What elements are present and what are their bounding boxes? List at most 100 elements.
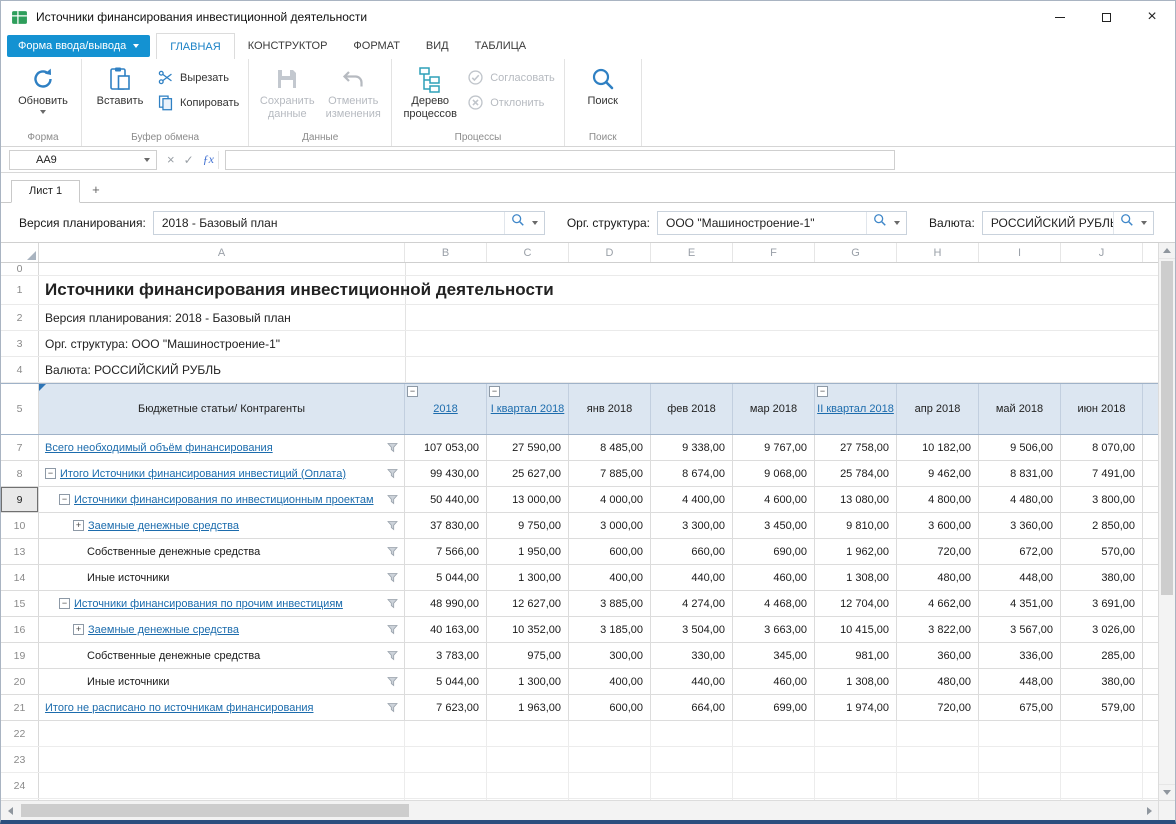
value-cell[interactable]: 9 462,00 xyxy=(897,461,979,486)
value-cell[interactable]: 1 963,00 xyxy=(487,695,569,720)
value-cell[interactable]: 4 351,00 xyxy=(979,591,1061,616)
value-cell[interactable]: 48 990,00 xyxy=(405,591,487,616)
row-header-10[interactable]: 10 xyxy=(1,513,39,538)
row-header-8[interactable]: 8 xyxy=(1,461,39,486)
value-cell[interactable]: 107 053,00 xyxy=(405,435,487,460)
filter-icon[interactable] xyxy=(387,546,398,560)
period-header-cell[interactable]: −2018 xyxy=(405,384,487,434)
column-header-B[interactable]: B xyxy=(405,243,487,262)
value-cell[interactable]: 600,00 xyxy=(569,695,651,720)
chevron-down-icon[interactable] xyxy=(894,221,900,225)
column-header-H[interactable]: H xyxy=(897,243,979,262)
value-cell[interactable]: 27 590,00 xyxy=(487,435,569,460)
row-header-7[interactable]: 7 xyxy=(1,435,39,460)
value-cell[interactable]: 448,00 xyxy=(979,565,1061,590)
value-cell[interactable]: 3 450,00 xyxy=(733,513,815,538)
empty-cell[interactable] xyxy=(815,721,897,746)
empty-cell[interactable] xyxy=(897,747,979,772)
period-label[interactable]: I квартал 2018 xyxy=(491,403,565,416)
value-cell[interactable]: 1 308,00 xyxy=(815,669,897,694)
reject-button[interactable]: Отклонить xyxy=(463,94,558,111)
value-cell[interactable]: 720,00 xyxy=(897,695,979,720)
row-label-cell[interactable]: Всего необходимый объём финансирования xyxy=(39,435,405,460)
currency-filter-select[interactable]: РОССИЙСКИЙ РУБЛЬ xyxy=(982,211,1154,235)
minimize-button[interactable] xyxy=(1037,1,1083,33)
filter-icon[interactable] xyxy=(387,650,398,664)
value-cell[interactable]: 5 044,00 xyxy=(405,669,487,694)
value-cell[interactable]: 664,00 xyxy=(651,695,733,720)
value-cell[interactable]: 2 850,00 xyxy=(1061,513,1143,538)
column-header-J[interactable]: J xyxy=(1061,243,1143,262)
column-header-E[interactable]: E xyxy=(651,243,733,262)
value-cell[interactable]: 330,00 xyxy=(651,643,733,668)
approve-button[interactable]: Согласовать xyxy=(463,69,558,86)
empty-cell[interactable] xyxy=(405,747,487,772)
row-header-1[interactable]: 1 xyxy=(1,276,39,304)
value-cell[interactable]: 8 485,00 xyxy=(569,435,651,460)
value-cell[interactable]: 3 000,00 xyxy=(569,513,651,538)
value-cell[interactable]: 9 750,00 xyxy=(487,513,569,538)
search-button[interactable]: Поиск xyxy=(570,61,636,108)
tab-konstruktor[interactable]: КОНСТРУКТОР xyxy=(235,33,341,59)
value-cell[interactable]: 336,00 xyxy=(979,643,1061,668)
value-cell[interactable]: 380,00 xyxy=(1061,565,1143,590)
empty-cell[interactable] xyxy=(651,747,733,772)
row-header-15[interactable]: 15 xyxy=(1,591,39,616)
collapse-icon[interactable]: − xyxy=(407,386,418,397)
empty-cell[interactable] xyxy=(815,747,897,772)
formula-input[interactable] xyxy=(225,150,895,170)
row-label-cell[interactable]: −Источники финансирования по прочим инве… xyxy=(39,591,405,616)
period-header-cell[interactable]: май 2018 xyxy=(979,384,1061,434)
value-cell[interactable]: 570,00 xyxy=(1061,539,1143,564)
value-cell[interactable]: 99 430,00 xyxy=(405,461,487,486)
value-cell[interactable]: 1 950,00 xyxy=(487,539,569,564)
value-cell[interactable]: 720,00 xyxy=(897,539,979,564)
value-cell[interactable]: 3 567,00 xyxy=(979,617,1061,642)
value-cell[interactable]: 9 767,00 xyxy=(733,435,815,460)
org-filter-select[interactable]: ООО "Машиностроение-1" xyxy=(657,211,907,235)
value-cell[interactable]: 3 691,00 xyxy=(1061,591,1143,616)
row-label-cell[interactable]: Иные источники xyxy=(39,565,405,590)
empty-cell[interactable] xyxy=(487,747,569,772)
scroll-down-arrow[interactable] xyxy=(1159,784,1175,800)
period-header-cell[interactable]: июн 2018 xyxy=(1061,384,1143,434)
add-sheet-button[interactable]: + xyxy=(80,179,112,202)
value-cell[interactable]: 1 974,00 xyxy=(815,695,897,720)
value-cell[interactable]: 672,00 xyxy=(979,539,1061,564)
value-cell[interactable]: 400,00 xyxy=(569,565,651,590)
refresh-button[interactable]: Обновить xyxy=(10,61,76,114)
value-cell[interactable]: 400,00 xyxy=(569,669,651,694)
value-cell[interactable]: 480,00 xyxy=(897,565,979,590)
empty-cell[interactable] xyxy=(487,721,569,746)
empty-cell[interactable] xyxy=(651,773,733,798)
info-cell[interactable] xyxy=(39,263,1175,275)
value-cell[interactable]: 3 663,00 xyxy=(733,617,815,642)
row-label[interactable]: Всего необходимый объём финансирования xyxy=(45,442,273,454)
value-cell[interactable]: 690,00 xyxy=(733,539,815,564)
period-header-cell[interactable]: −I квартал 2018 xyxy=(487,384,569,434)
row-header-4[interactable]: 4 xyxy=(1,357,39,382)
value-cell[interactable]: 1 308,00 xyxy=(815,565,897,590)
empty-cell[interactable] xyxy=(815,773,897,798)
empty-cell[interactable] xyxy=(569,721,651,746)
horizontal-scrollbar[interactable] xyxy=(1,800,1158,820)
value-cell[interactable]: 1 962,00 xyxy=(815,539,897,564)
row-label-cell[interactable]: −Итого Источники финансирования инвестиц… xyxy=(39,461,405,486)
row-label[interactable]: Заемные денежные средства xyxy=(88,520,239,532)
value-cell[interactable]: 3 185,00 xyxy=(569,617,651,642)
scroll-right-arrow[interactable] xyxy=(1140,807,1158,815)
collapse-icon[interactable]: − xyxy=(59,598,70,609)
empty-cell[interactable] xyxy=(897,721,979,746)
filter-icon[interactable] xyxy=(387,442,398,456)
sheet-tab[interactable]: Лист 1 xyxy=(11,180,80,203)
period-label[interactable]: II квартал 2018 xyxy=(817,403,894,416)
empty-cell[interactable] xyxy=(651,721,733,746)
scroll-left-arrow[interactable] xyxy=(1,807,19,815)
value-cell[interactable]: 4 800,00 xyxy=(897,487,979,512)
empty-cell[interactable] xyxy=(405,721,487,746)
empty-cell[interactable] xyxy=(733,747,815,772)
value-cell[interactable]: 3 885,00 xyxy=(569,591,651,616)
value-cell[interactable]: 9 810,00 xyxy=(815,513,897,538)
value-cell[interactable]: 1 300,00 xyxy=(487,669,569,694)
empty-cell[interactable] xyxy=(733,721,815,746)
